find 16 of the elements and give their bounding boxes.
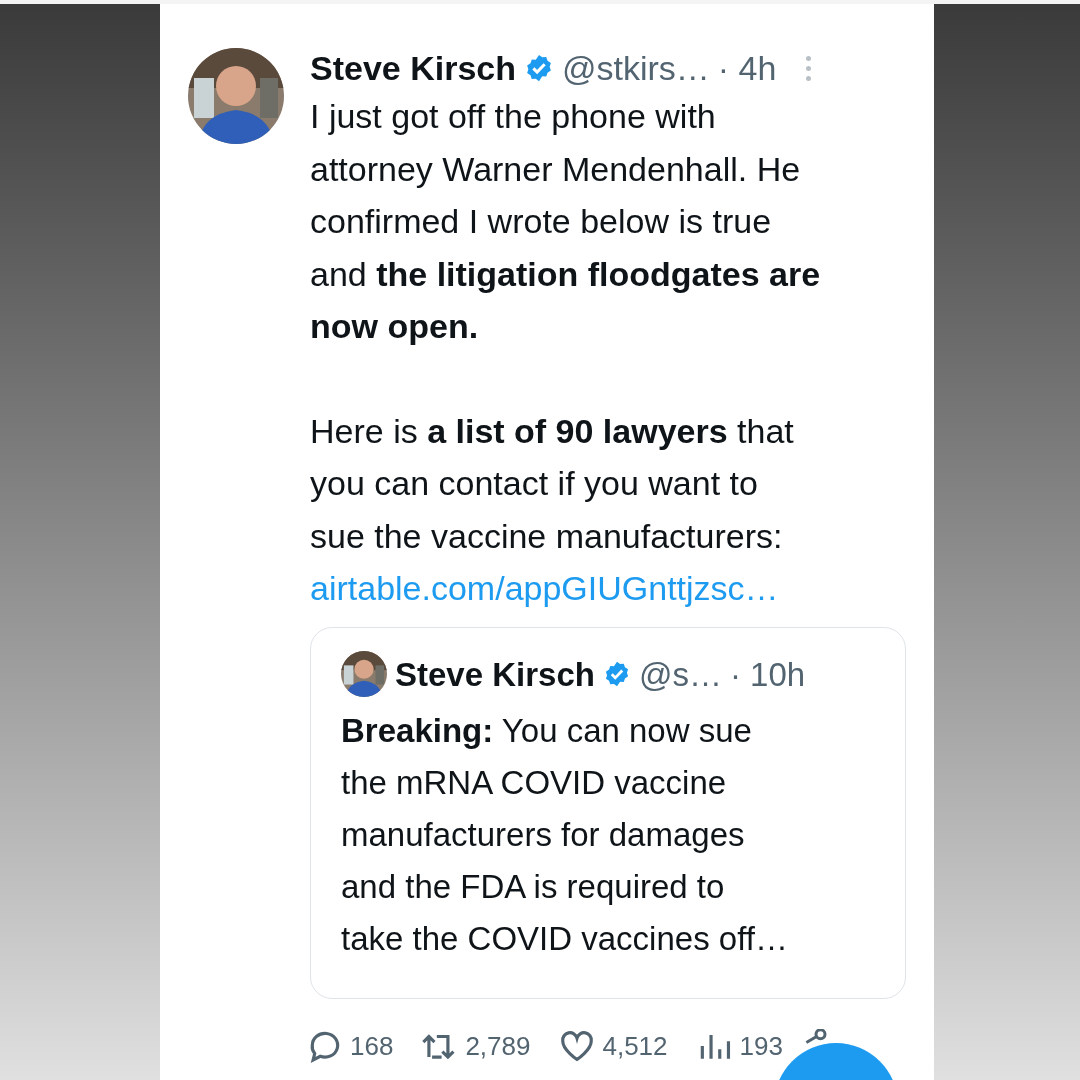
author-handle[interactable]: @s… (638, 649, 722, 699)
quoted-text: Breaking: You can now sue the mRNA COVID vaccine manufacturers for damages and the FDA is required to take the COVID vaccines off… (341, 711, 789, 959)
timestamp: · 4h (717, 47, 777, 89)
share-icon[interactable] (804, 1028, 827, 1044)
post-text: Here is a list of 90 lawyers that you can contact if you want to sue the vaccine manufacturers: (310, 410, 795, 557)
author-name[interactable]: Steve Kirsch (395, 649, 595, 699)
action-count: 168 (350, 1029, 394, 1063)
action-count: 2,789 (465, 1029, 531, 1063)
author-handle[interactable]: @stkirs… (562, 42, 710, 94)
post-text: I just got off the phone with attorney Warner Mendenhall. He confirmed I wrote below is true and the litigation floodgates are now open. (310, 96, 822, 347)
action-count: 193 (739, 1029, 783, 1063)
avatar[interactable] (341, 651, 387, 698)
action-count: 4,512 (602, 1029, 668, 1063)
author-name[interactable]: Steve Kirsch (310, 42, 516, 94)
timestamp: · 10h (729, 654, 806, 695)
quoted-post[interactable]: Steve Kirsch @s… · 10h Breaking: You can now sue the mRNA COVID vaccine manufacturers for damages and the FDA is required to take the COVID vaccines off… (310, 626, 906, 999)
